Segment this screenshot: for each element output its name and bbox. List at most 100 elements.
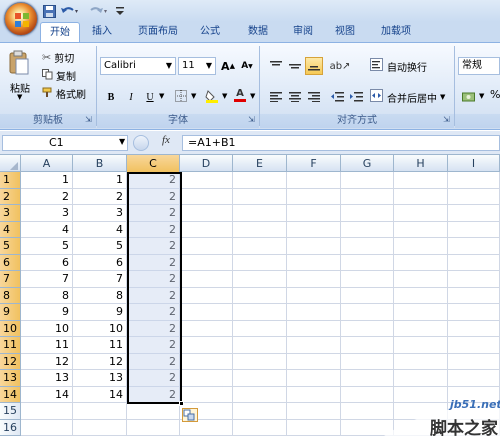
cell-f7[interactable] [287,271,341,288]
cell-h12[interactable] [394,353,448,370]
cell-a14[interactable]: 14 [21,386,73,403]
cell-i7[interactable] [448,271,500,288]
align-center-button[interactable] [286,88,304,106]
border-button[interactable] [172,88,190,106]
cell-h2[interactable] [394,188,448,205]
cell-a12[interactable]: 12 [21,353,73,370]
cell-f11[interactable] [287,337,341,354]
tab-home[interactable]: 开始 [40,22,80,42]
cell-g9[interactable] [341,304,394,321]
cell-i9[interactable] [448,304,500,321]
cell-e11[interactable] [233,337,287,354]
cell-i10[interactable] [448,320,500,337]
row-header[interactable]: 8 [0,287,21,304]
chevron-down-icon[interactable]: ▼ [119,137,125,146]
increase-indent-button[interactable] [347,88,365,106]
paste-icon[interactable] [8,50,30,76]
cell-h3[interactable] [394,205,448,222]
cell-h11[interactable] [394,337,448,354]
column-header-e[interactable]: E [233,155,287,172]
cell-e3[interactable] [233,205,287,222]
cell-b11[interactable]: 11 [73,337,127,354]
cell-i12[interactable] [448,353,500,370]
cell-b3[interactable]: 3 [73,205,127,222]
row-header[interactable]: 9 [0,304,21,321]
cell-f3[interactable] [287,205,341,222]
shrink-font-button[interactable]: A ▼ [238,57,256,75]
cell-e12[interactable] [233,353,287,370]
align-right-button[interactable] [305,88,323,106]
align-bottom-button[interactable] [305,57,323,75]
cell-a13[interactable]: 13 [21,370,73,387]
cell-e5[interactable] [233,238,287,255]
align-top-button[interactable] [267,57,285,75]
italic-button[interactable]: I [122,88,140,106]
cell-a2[interactable]: 2 [21,188,73,205]
cell-g3[interactable] [341,205,394,222]
cell-e2[interactable] [233,188,287,205]
cell-h13[interactable] [394,370,448,387]
accounting-format-button[interactable] [460,88,478,106]
chevron-down-icon[interactable]: ▼ [250,92,255,100]
redo-icon[interactable] [86,3,110,19]
cell-f2[interactable] [287,188,341,205]
cell-f9[interactable] [287,304,341,321]
row-header[interactable]: 3 [0,205,21,222]
align-middle-button[interactable] [286,57,304,75]
cell-a8[interactable]: 8 [21,287,73,304]
cell-a9[interactable]: 9 [21,304,73,321]
cell-b1[interactable]: 1 [73,172,127,189]
cell-b14[interactable]: 14 [73,386,127,403]
cell-i13[interactable] [448,370,500,387]
cell-f14[interactable] [287,386,341,403]
column-header-f[interactable]: F [287,155,341,172]
cell-b6[interactable]: 6 [73,254,127,271]
cell-h1[interactable] [394,172,448,189]
cell-d4[interactable] [180,221,233,238]
cut-button[interactable]: ✂ 剪切 [42,50,74,65]
cell-g12[interactable] [341,353,394,370]
cell-b7[interactable]: 7 [73,271,127,288]
format-painter-button[interactable]: 格式刷 [42,86,86,101]
row-header[interactable]: 13 [0,370,21,387]
select-all-button[interactable] [0,155,21,172]
row-header[interactable]: 4 [0,221,21,238]
cell-i6[interactable] [448,254,500,271]
font-name-dropdown[interactable]: Calibri ▼ [100,57,176,75]
cell-g13[interactable] [341,370,394,387]
cell-f10[interactable] [287,320,341,337]
cell-f8[interactable] [287,287,341,304]
tab-formulas[interactable]: 公式 [194,22,226,42]
cell-i11[interactable] [448,337,500,354]
cell-e1[interactable] [233,172,287,189]
formula-bar-resize-handle[interactable] [133,135,149,151]
cell-i5[interactable] [448,238,500,255]
cell-f1[interactable] [287,172,341,189]
row-header[interactable]: 7 [0,271,21,288]
row-header[interactable]: 11 [0,337,21,354]
chevron-down-icon[interactable]: ▼ [159,92,164,100]
autofill-options-button[interactable] [182,408,198,422]
formula-input[interactable]: =A1+B1 [182,135,500,151]
save-icon[interactable] [40,3,58,19]
tab-insert[interactable]: 插入 [86,22,118,42]
chevron-down-icon[interactable]: ▼ [191,92,196,100]
cell-e7[interactable] [233,271,287,288]
dialog-launcher-icon[interactable]: ⇲ [85,115,92,124]
merge-center-button[interactable]: 合并后居中 ▼ [370,89,445,105]
tab-review[interactable]: 审阅 [287,22,319,42]
cell-e16[interactable] [233,419,287,436]
cell-d12[interactable] [180,353,233,370]
number-format-dropdown[interactable]: 常规 [458,57,500,75]
row-header[interactable]: 1 [0,172,21,189]
cell-d3[interactable] [180,205,233,222]
tab-view[interactable]: 视图 [329,22,361,42]
grow-font-button[interactable]: A ▲ [219,57,237,75]
cell-i4[interactable] [448,221,500,238]
cell-b10[interactable]: 10 [73,320,127,337]
row-header[interactable]: 2 [0,188,21,205]
cell-h5[interactable] [394,238,448,255]
cell-e6[interactable] [233,254,287,271]
bold-button[interactable]: B [102,88,120,106]
cell-h9[interactable] [394,304,448,321]
